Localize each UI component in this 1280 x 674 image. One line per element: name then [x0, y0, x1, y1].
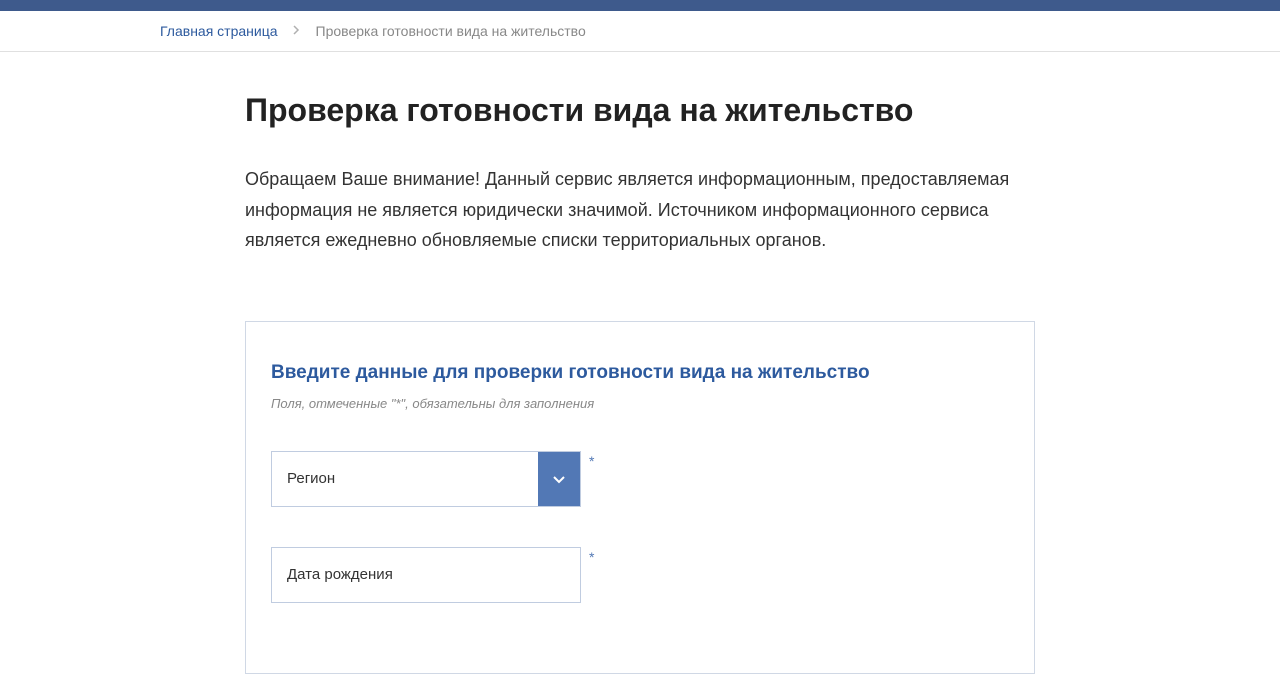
- required-mark: *: [589, 549, 594, 565]
- region-select-label: Регион: [272, 452, 538, 506]
- breadcrumb-current: Проверка готовности вида на жительство: [316, 23, 586, 39]
- page-description: Обращаем Ваше внимание! Данный сервис яв…: [245, 164, 1035, 256]
- form-card: Введите данные для проверки готовности в…: [245, 321, 1035, 674]
- required-mark: *: [589, 453, 594, 469]
- breadcrumb-bar: Главная страница Проверка готовности вид…: [0, 11, 1280, 52]
- chevron-right-icon: [293, 24, 301, 38]
- chevron-down-icon: [538, 452, 580, 506]
- birthdate-input[interactable]: [271, 547, 581, 603]
- page-title: Проверка готовности вида на жительство: [245, 92, 1035, 129]
- breadcrumb-home-link[interactable]: Главная страница: [160, 23, 278, 39]
- top-bar: [0, 0, 1280, 11]
- form-note: Поля, отмеченные "*", обязательны для за…: [271, 396, 1009, 411]
- form-title: Введите данные для проверки готовности в…: [271, 362, 1009, 384]
- birthdate-row: *: [271, 547, 1009, 603]
- breadcrumb: Главная страница Проверка готовности вид…: [160, 23, 1120, 39]
- region-select[interactable]: Регион: [271, 451, 581, 507]
- main-content: Проверка готовности вида на жительство О…: [225, 52, 1055, 674]
- region-row: Регион *: [271, 451, 1009, 507]
